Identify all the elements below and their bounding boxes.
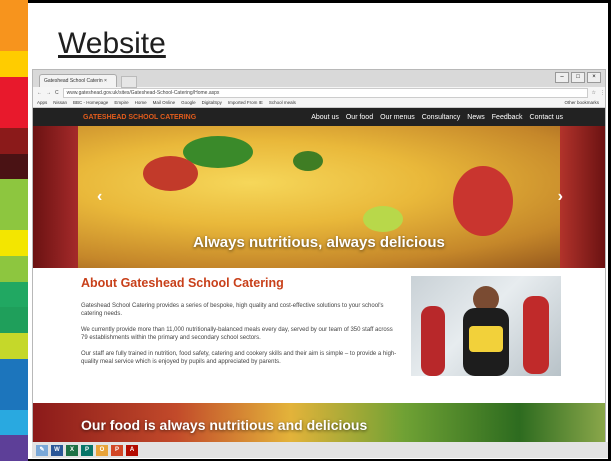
color-stripe: [0, 0, 28, 461]
minimize-icon[interactable]: –: [555, 72, 569, 83]
slide-frame: Website Gateshead School Caterin × – □ ×…: [0, 0, 611, 461]
taskbar: ✎ W X P O P A: [32, 442, 608, 458]
bookmark-item[interactable]: DigitalSpy: [202, 100, 222, 105]
color-stripe-block: [0, 0, 28, 26]
color-stripe-block: [0, 25, 28, 52]
color-stripe-block: [0, 384, 28, 410]
nav-link[interactable]: Our menus: [380, 114, 415, 121]
url-field[interactable]: www.gateshead.gov.uk/sites/Gateshead-Sch…: [62, 87, 588, 98]
reload-icon[interactable]: C: [55, 90, 59, 96]
color-stripe-block: [0, 307, 28, 333]
food-garnish: [293, 151, 323, 171]
about-photo: [411, 276, 561, 376]
hero-caption: Always nutritious, always delicious: [193, 234, 445, 251]
nav-link[interactable]: Feedback: [492, 114, 523, 121]
color-stripe-block: [0, 435, 28, 461]
color-stripe-block: [0, 128, 28, 154]
site-brand[interactable]: GATESHEAD SCHOOL CATERING: [83, 114, 196, 121]
nav-link[interactable]: Our food: [346, 114, 373, 121]
nav-link[interactable]: About us: [311, 114, 339, 121]
color-stripe-block: [0, 332, 28, 359]
about-paragraph: We currently provide more than 11,000 nu…: [81, 327, 393, 341]
powerpoint-icon[interactable]: P: [111, 444, 123, 456]
tab-strip: Gateshead School Caterin × – □ ×: [33, 70, 605, 88]
paint-icon[interactable]: ✎: [36, 444, 48, 456]
color-stripe-block: [0, 204, 28, 231]
back-icon[interactable]: ←: [37, 90, 42, 96]
acrobat-icon[interactable]: A: [126, 444, 138, 456]
food-band: Our food is always nutritious and delici…: [33, 403, 605, 442]
star-icon[interactable]: ☆: [592, 90, 596, 96]
excel-icon[interactable]: X: [66, 444, 78, 456]
new-tab-button[interactable]: [121, 76, 137, 88]
word-icon[interactable]: W: [51, 444, 63, 456]
color-stripe-block: [0, 102, 28, 129]
window-controls: – □ ×: [555, 72, 601, 83]
address-bar: ← → C www.gateshead.gov.uk/sites/Gateshe…: [33, 87, 605, 98]
bookmark-item[interactable]: School meals: [269, 100, 296, 105]
browser-tab[interactable]: Gateshead School Caterin ×: [39, 74, 117, 87]
photo-figure: [469, 326, 503, 352]
bookmark-item[interactable]: Google: [181, 100, 196, 105]
color-stripe-block: [0, 281, 28, 308]
about-section: About Gateshead School Catering Gateshea…: [33, 268, 605, 403]
color-stripe-block: [0, 51, 28, 77]
nav-links: About us Our food Our menus Consultancy …: [311, 114, 563, 121]
site-nav: GATESHEAD SCHOOL CATERING About us Our f…: [33, 108, 605, 126]
about-paragraph: Our staff are fully trained in nutrition…: [81, 351, 397, 365]
color-stripe-block: [0, 230, 28, 257]
browser-window: Gateshead School Caterin × – □ × ← → C w…: [32, 69, 606, 443]
bookmark-item[interactable]: Nissan: [53, 100, 67, 105]
color-stripe-block: [0, 153, 28, 180]
bookmark-item[interactable]: Empire: [114, 100, 128, 105]
menu-icon[interactable]: ⋮: [600, 90, 605, 96]
nav-link[interactable]: Consultancy: [422, 114, 461, 121]
photo-figure: [421, 306, 445, 376]
publisher-icon[interactable]: P: [81, 444, 93, 456]
close-icon[interactable]: ×: [587, 72, 601, 83]
about-heading: About Gateshead School Catering: [81, 276, 284, 290]
bookmarks-bar: Apps Nissan BBC - Homepage Empire Home M…: [33, 98, 605, 108]
food-garnish: [453, 166, 513, 236]
nav-link[interactable]: Contact us: [530, 114, 563, 121]
slide-title: Website: [58, 27, 166, 60]
food-garnish: [363, 206, 403, 232]
color-stripe-block: [0, 358, 28, 385]
color-stripe-block: [0, 179, 28, 205]
bookmark-item[interactable]: Mail Online: [153, 100, 176, 105]
forward-icon[interactable]: →: [46, 90, 51, 96]
color-stripe-block: [0, 409, 28, 436]
bookmark-item[interactable]: Apps: [37, 100, 47, 105]
hero-prev-arrow[interactable]: ‹: [97, 188, 102, 206]
slide-content: Website Gateshead School Caterin × – □ ×…: [28, 3, 608, 459]
hero-next-arrow[interactable]: ›: [558, 188, 563, 206]
outlook-icon[interactable]: O: [96, 444, 108, 456]
bookmark-item[interactable]: Imported From IE: [228, 100, 263, 105]
photo-figure: [523, 296, 549, 374]
nav-link[interactable]: News: [467, 114, 485, 121]
bookmark-item[interactable]: Home: [135, 100, 147, 105]
color-stripe-block: [0, 256, 28, 282]
band-heading: Our food is always nutritious and delici…: [81, 417, 368, 433]
color-stripe-block: [0, 76, 28, 103]
maximize-icon[interactable]: □: [571, 72, 585, 83]
bookmark-item[interactable]: BBC - Homepage: [73, 100, 108, 105]
website: GATESHEAD SCHOOL CATERING About us Our f…: [33, 108, 605, 442]
about-paragraph: Gateshead School Catering provides a ser…: [81, 303, 384, 317]
hero-banner: ‹ › Always nutritious, always delicious: [33, 126, 605, 268]
food-garnish: [143, 156, 198, 191]
other-bookmarks[interactable]: Other bookmarks: [564, 100, 605, 105]
